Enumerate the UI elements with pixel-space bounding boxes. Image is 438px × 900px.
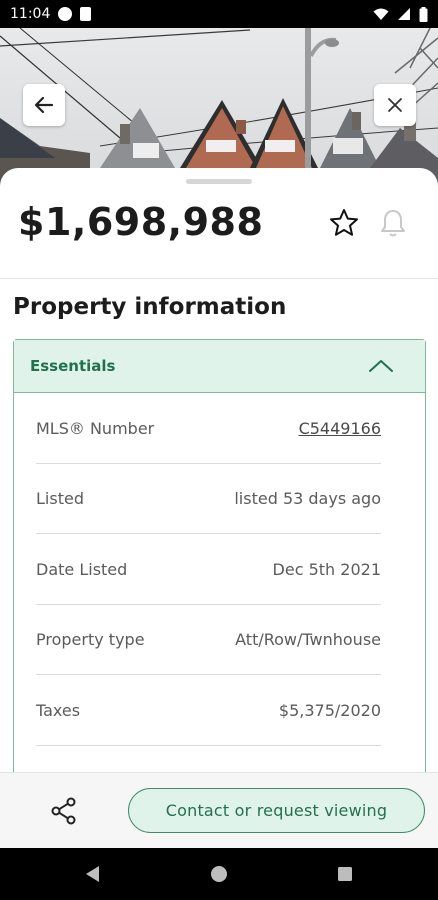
arrow-left-icon (34, 96, 54, 114)
detail-label: Listed (36, 489, 84, 508)
square-recents-icon (338, 867, 352, 881)
price-alert-button[interactable] (376, 206, 410, 240)
chevron-up-icon[interactable] (368, 355, 394, 377)
detail-row-date-listed: Date Listed Dec 5th 2021 (36, 535, 381, 605)
status-time: 11:04 (10, 6, 51, 22)
essentials-header[interactable]: Essentials (14, 340, 425, 393)
action-bar: Contact or request viewing (0, 772, 438, 848)
close-button[interactable] (374, 84, 416, 126)
nav-home-button[interactable] (207, 862, 231, 886)
screen: 11:04 $1,698,988 Property information Es… (0, 0, 438, 900)
listing-sheet: $1,698,988 Property information Essentia… (0, 168, 438, 772)
detail-value: listed 53 days ago (234, 489, 381, 508)
essentials-title: Essentials (30, 357, 116, 375)
detail-label: MLS® Number (36, 419, 155, 438)
detail-label: Property type (36, 630, 145, 649)
circle-home-icon (211, 866, 227, 882)
close-icon (388, 98, 402, 112)
drag-handle[interactable] (186, 179, 252, 184)
nav-recents-button[interactable] (333, 862, 357, 886)
detail-label: Taxes (36, 701, 81, 720)
share-icon (51, 797, 76, 825)
system-nav-bar (0, 848, 438, 900)
detail-row-listed: Listed listed 53 days ago (36, 464, 381, 534)
detail-value: Att/Row/Twnhouse (235, 630, 381, 649)
share-button[interactable] (44, 791, 84, 831)
mls-number-link[interactable]: C5449166 (299, 419, 381, 438)
detail-row-mls: MLS® Number C5449166 (36, 394, 381, 464)
essentials-panel: Essentials MLS® Number C5449166 Listed l… (13, 339, 426, 772)
detail-label: Date Listed (36, 560, 128, 579)
favorite-button[interactable] (327, 206, 361, 240)
detail-row-property-type: Property type Att/Row/Twnhouse (36, 605, 381, 675)
signal-icon (398, 8, 410, 20)
detail-value: Dec 5th 2021 (272, 560, 381, 579)
detail-value: $5,375/2020 (278, 701, 381, 720)
wifi-icon (373, 8, 389, 20)
battery-icon (419, 6, 428, 22)
sd-card-icon (80, 7, 92, 21)
notification-icon (58, 7, 73, 21)
nav-back-button[interactable] (80, 862, 104, 886)
triangle-back-icon (86, 866, 99, 882)
back-button[interactable] (23, 84, 65, 126)
section-title: Property information (13, 294, 287, 320)
star-outline-icon (330, 209, 358, 236)
contact-request-viewing-button[interactable]: Contact or request viewing (128, 788, 425, 833)
bell-outline-icon (381, 210, 405, 237)
status-bar: 11:04 (0, 0, 438, 28)
price-divider (0, 278, 438, 279)
listing-price: $1,698,988 (18, 200, 264, 244)
detail-row-taxes: Taxes $5,375/2020 (36, 676, 381, 746)
